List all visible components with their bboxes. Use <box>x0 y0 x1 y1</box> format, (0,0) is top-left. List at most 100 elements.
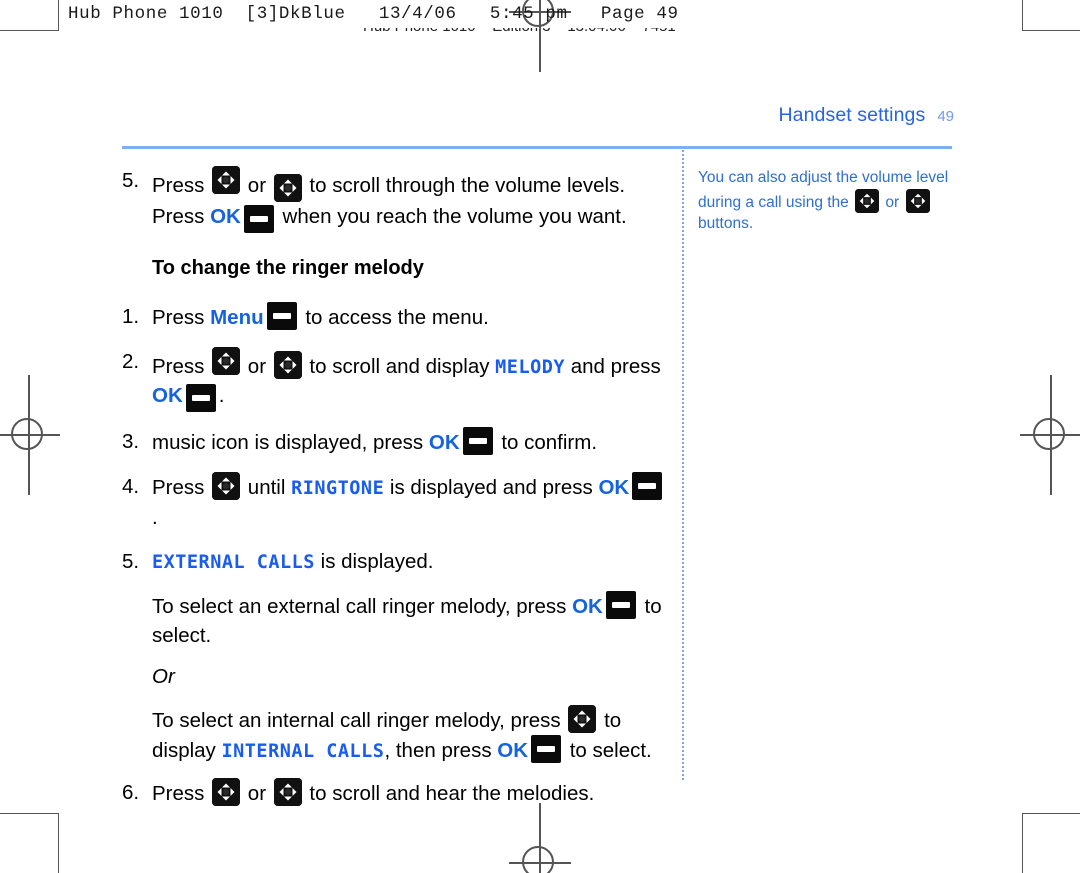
registration-mark-left <box>0 375 60 495</box>
internal-call-paragraph: To select an internal call ringer melody… <box>152 705 670 765</box>
ok-label: OK <box>598 476 630 500</box>
step-text: Press <box>152 174 211 197</box>
step-text: or <box>242 355 272 379</box>
nav-pad-icon[interactable] <box>568 705 597 734</box>
document-page: Hub Phone 1010 [3]DkBlue 13/4/06 5:45 pm… <box>0 0 1080 873</box>
step-text: is displayed. <box>314 549 434 573</box>
crop-mark-top-left <box>0 0 59 31</box>
registration-circle <box>522 846 554 873</box>
ok-key-icon[interactable] <box>243 205 274 233</box>
step-text: to scroll and display <box>303 355 496 379</box>
step-body: Press or to scroll and hear the melodies… <box>152 777 670 808</box>
paragraph-text: to select. <box>564 739 652 763</box>
step-text: Press <box>152 476 211 500</box>
crop-mark-bottom-left <box>0 813 59 873</box>
step-number: 2. <box>122 350 140 374</box>
nav-pad-icon[interactable] <box>212 347 241 376</box>
ok-label: OK <box>152 384 183 408</box>
running-head-title: Handset settings <box>778 104 926 126</box>
ok-label: OK <box>210 205 241 228</box>
nav-pad-icon[interactable] <box>855 188 880 213</box>
step-text: . <box>152 505 158 529</box>
nav-pad-icon[interactable] <box>905 188 930 213</box>
registration-mark-right <box>1020 375 1080 495</box>
list-item: 1. Press Menu to access the menu. <box>122 302 670 332</box>
step-text: Press <box>152 306 211 329</box>
step-number: 4. <box>122 475 140 499</box>
lcd-text: MELODY <box>495 357 565 379</box>
step-body: Press Menu to access the menu. <box>152 302 670 332</box>
ok-key-bar <box>272 313 291 319</box>
ok-key-bar <box>249 216 268 222</box>
ok-key-bar <box>537 746 556 753</box>
step-text: to access the menu. <box>299 306 489 329</box>
ok-label: OK <box>572 595 603 619</box>
running-head: Handset settings 49 <box>778 104 954 127</box>
ok-key-icon[interactable] <box>605 591 636 620</box>
note-text: buttons. <box>698 214 754 232</box>
crop-mark-top-right <box>1022 0 1080 31</box>
paragraph-text: , then press <box>384 739 498 763</box>
ok-key-bar <box>468 438 487 445</box>
list-item: 5. EXTERNAL CALLS is displayed. <box>122 547 670 576</box>
nav-pad-icon[interactable] <box>273 174 302 202</box>
step-number: 5. <box>122 169 140 192</box>
ok-key-icon[interactable] <box>531 735 562 764</box>
ok-key-icon[interactable] <box>462 427 493 456</box>
step-text: when you reach the volume you want. <box>276 205 627 228</box>
step-body: music icon is displayed, press OK to con… <box>152 427 670 457</box>
step-text: to scroll and hear the melodies. <box>303 781 595 805</box>
header-rule <box>122 146 952 149</box>
nav-pad-icon[interactable] <box>212 777 241 806</box>
step-text: and press <box>565 355 661 379</box>
ok-key-bar <box>638 483 657 490</box>
step-body: Press or to scroll through the volume le… <box>152 166 670 233</box>
note-text: or <box>881 193 904 211</box>
step-body: Press until RINGTONE is displayed and pr… <box>152 472 670 531</box>
list-item: 5. Press or to scroll through the volume… <box>122 166 670 233</box>
registration-circle <box>11 418 43 450</box>
section-heading: To change the ringer melody <box>152 257 424 279</box>
ok-key-icon[interactable] <box>266 302 297 330</box>
lcd-text: INTERNAL CALLS <box>221 741 385 763</box>
ok-key-bar <box>611 602 630 609</box>
menu-label: Menu <box>210 306 264 329</box>
step-number: 3. <box>122 430 140 454</box>
paragraph-text: To select an internal call ringer melody… <box>152 709 567 733</box>
step-text: to scroll through the volume levels. <box>303 174 626 197</box>
side-note: You can also adjust the volume level dur… <box>698 168 956 235</box>
column-divider <box>682 150 684 780</box>
step-text: . <box>218 384 225 408</box>
step-body: EXTERNAL CALLS is displayed. <box>152 547 670 576</box>
list-item: 6. Press or to scroll and hear the melod… <box>122 777 670 808</box>
lcd-text: EXTERNAL CALLS <box>152 551 315 573</box>
or-separator: Or <box>152 665 175 689</box>
list-item: 3. music icon is displayed, press OK to … <box>122 427 670 457</box>
ok-key-icon[interactable] <box>632 472 663 501</box>
list-item: 4. Press until RINGTONE is displayed and… <box>122 472 670 531</box>
registration-circle <box>1033 418 1065 450</box>
step-number: 5. <box>122 549 140 573</box>
main-column: 5. Press or to scroll through the volume… <box>122 166 670 823</box>
ok-key-icon[interactable] <box>185 384 216 413</box>
step-number: 1. <box>122 305 140 328</box>
step-text: or <box>242 781 272 805</box>
step-text: Press <box>152 205 211 228</box>
nav-pad-icon[interactable] <box>212 472 241 501</box>
step-number: 6. <box>122 780 140 804</box>
step-text: or <box>242 174 272 197</box>
paragraph-text: To select an external call ringer melody… <box>152 595 573 619</box>
step-body: Press or to scroll and display MELODY an… <box>152 347 670 413</box>
nav-pad-icon[interactable] <box>212 166 241 194</box>
step-text: Press <box>152 355 211 379</box>
nav-pad-icon[interactable] <box>273 351 302 380</box>
print-slug-line: Hub Phone 1010 [3]DkBlue 13/4/06 5:45 pm… <box>68 4 679 24</box>
ok-label: OK <box>428 431 460 455</box>
step-text: until <box>242 476 292 500</box>
external-call-paragraph: To select an external call ringer melody… <box>152 591 670 650</box>
ok-key-bar <box>191 395 210 402</box>
step-text: is displayed and press <box>384 476 599 500</box>
ok-label: OK <box>497 739 529 763</box>
nav-pad-icon[interactable] <box>273 777 302 806</box>
step-text: music icon is displayed, press <box>152 431 429 455</box>
